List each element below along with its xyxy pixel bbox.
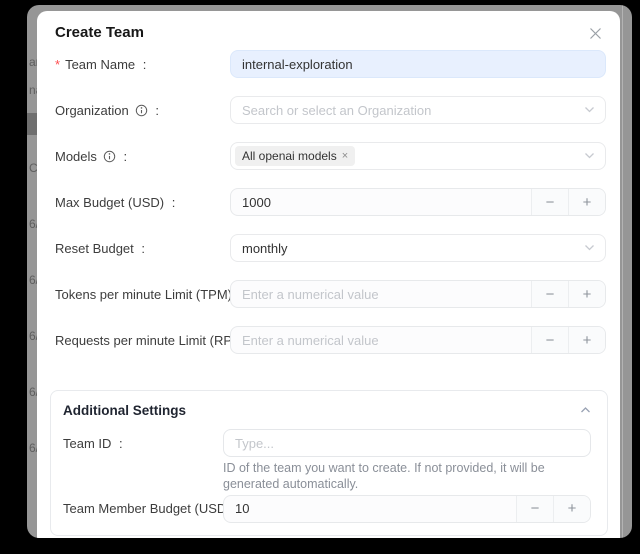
team-id-label: Team ID	[63, 436, 223, 451]
rpm-row: Requests per minute Limit (RPM) − +	[55, 326, 606, 354]
additional-settings-header[interactable]: Additional Settings	[63, 401, 591, 419]
organization-placeholder: Search or select an Organization	[242, 103, 431, 118]
models-label-text: Models	[55, 149, 97, 164]
max-budget-input[interactable]	[231, 189, 531, 215]
tpm-label: Tokens per minute Limit (TPM)	[55, 287, 230, 302]
close-icon	[589, 27, 602, 40]
max-budget-stepper: − +	[230, 188, 606, 216]
increment-button[interactable]: +	[553, 496, 590, 522]
rpm-input[interactable]	[231, 327, 531, 353]
increment-button[interactable]: +	[568, 189, 605, 215]
model-tag-label: All openai models	[242, 149, 337, 163]
models-select[interactable]: All openai models ×	[230, 142, 606, 170]
tpm-input[interactable]	[231, 281, 531, 307]
team-name-label-text: Team Name	[65, 57, 135, 72]
max-budget-row: Max Budget (USD) − +	[55, 188, 606, 216]
tpm-stepper: − +	[230, 280, 606, 308]
info-icon[interactable]	[103, 150, 116, 163]
team-member-budget-input[interactable]	[224, 496, 516, 522]
decrement-button[interactable]: −	[531, 327, 568, 353]
increment-button[interactable]: +	[568, 327, 605, 353]
chevron-up-icon	[580, 406, 591, 414]
required-mark: *	[55, 57, 60, 72]
reset-budget-select[interactable]: monthly	[230, 234, 606, 262]
max-budget-label-text: Max Budget (USD)	[55, 195, 164, 210]
organization-label: Organization	[55, 103, 230, 118]
tpm-row: Tokens per minute Limit (TPM) − +	[55, 280, 606, 308]
team-member-budget-label: Team Member Budget (USD)	[63, 501, 223, 516]
team-member-budget-stepper: − +	[223, 495, 591, 523]
model-tag: All openai models ×	[235, 146, 355, 166]
team-id-help-text: ID of the team you want to create. If no…	[223, 460, 591, 493]
decrement-button[interactable]: −	[531, 189, 568, 215]
close-button[interactable]	[586, 24, 604, 42]
max-budget-label: Max Budget (USD)	[55, 195, 230, 210]
team-id-help: ID of the team you want to create. If no…	[63, 460, 591, 493]
info-icon[interactable]	[135, 104, 148, 117]
reset-budget-row: Reset Budget monthly	[55, 234, 606, 262]
team-name-row: * Team Name	[55, 50, 606, 78]
chevron-down-icon	[584, 106, 595, 114]
additional-settings-title: Additional Settings	[63, 403, 186, 418]
reset-budget-label: Reset Budget	[55, 241, 230, 256]
team-id-input[interactable]	[223, 429, 591, 457]
decrement-button[interactable]: −	[516, 496, 553, 522]
create-team-modal: Create Team * Team Name Organization	[37, 11, 620, 538]
models-label: Models	[55, 149, 230, 164]
team-name-input[interactable]	[230, 50, 606, 78]
chevron-down-icon	[584, 152, 595, 160]
modal-header: Create Team	[55, 24, 606, 42]
team-id-row: Team ID	[63, 429, 591, 457]
organization-row: Organization Search or select an Organiz…	[55, 96, 606, 124]
models-row: Models All openai models ×	[55, 142, 606, 170]
tpm-label-text: Tokens per minute Limit (TPM)	[55, 287, 232, 302]
rpm-stepper: − +	[230, 326, 606, 354]
dimmed-background-window: am nar Cre 6/2 6/2 6/2 6/1 6/1 Create Te…	[27, 5, 632, 538]
team-id-label-text: Team ID	[63, 436, 111, 451]
tag-remove-icon[interactable]: ×	[342, 151, 348, 162]
rpm-label: Requests per minute Limit (RPM)	[55, 333, 230, 348]
increment-button[interactable]: +	[568, 281, 605, 307]
organization-select[interactable]: Search or select an Organization	[230, 96, 606, 124]
reset-budget-label-text: Reset Budget	[55, 241, 134, 256]
organization-label-text: Organization	[55, 103, 129, 118]
background-table-edge	[622, 5, 623, 538]
rpm-label-text: Requests per minute Limit (RPM)	[55, 333, 247, 348]
decrement-button[interactable]: −	[531, 281, 568, 307]
reset-budget-value: monthly	[242, 241, 288, 256]
modal-title: Create Team	[55, 24, 144, 42]
additional-settings-panel: Additional Settings Team ID ID of the te…	[50, 390, 608, 536]
team-member-budget-label-text: Team Member Budget (USD)	[63, 501, 231, 516]
chevron-down-icon	[584, 244, 595, 252]
team-name-label: * Team Name	[55, 57, 230, 72]
team-member-budget-row: Team Member Budget (USD) − +	[63, 495, 591, 523]
